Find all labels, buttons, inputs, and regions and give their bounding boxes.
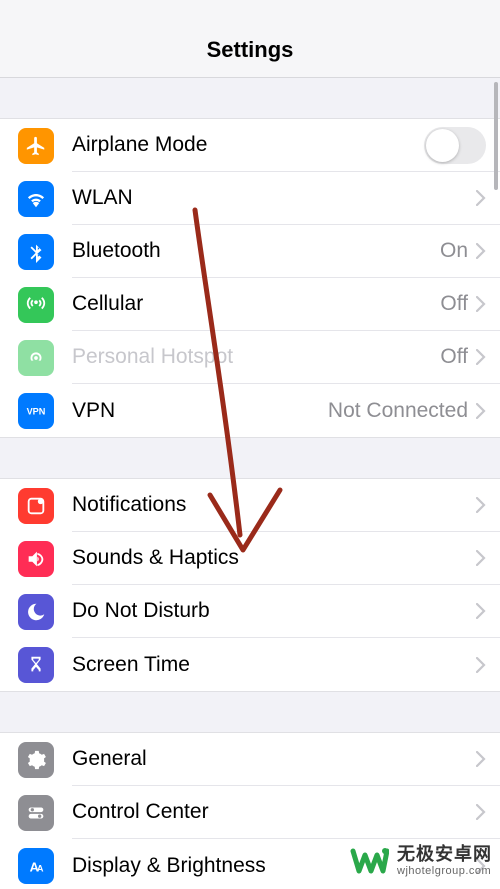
display-brightness-row[interactable]: AA Display & Brightness — [0, 839, 500, 889]
svg-text:VPN: VPN — [27, 406, 46, 416]
dnd-row[interactable]: Do Not Disturb — [0, 585, 500, 638]
bluetooth-label: Bluetooth — [72, 239, 440, 263]
vpn-value: Not Connected — [328, 399, 468, 423]
bluetooth-row[interactable]: Bluetooth On — [0, 225, 500, 278]
page-title: Settings — [207, 37, 294, 63]
airplane-icon — [18, 128, 54, 164]
svg-text:A: A — [37, 863, 44, 873]
vpn-row[interactable]: VPN VPN Not Connected — [0, 384, 500, 437]
chevron-right-icon — [476, 497, 486, 513]
text-size-icon: AA — [18, 848, 54, 884]
chevron-right-icon — [476, 657, 486, 673]
hotspot-value: Off — [440, 345, 468, 369]
airplane-mode-toggle[interactable] — [424, 127, 486, 164]
switches-icon — [18, 795, 54, 831]
airplane-mode-label: Airplane Mode — [72, 133, 424, 157]
chevron-right-icon — [476, 349, 486, 365]
wifi-icon — [18, 181, 54, 217]
chevron-right-icon — [476, 550, 486, 566]
bluetooth-value: On — [440, 239, 468, 263]
settings-group-general: General Control Center AA Display & Brig… — [0, 732, 500, 889]
wlan-label: WLAN — [72, 186, 476, 210]
hourglass-icon — [18, 647, 54, 683]
bluetooth-icon — [18, 234, 54, 270]
cellular-label: Cellular — [72, 292, 440, 316]
header: Settings — [0, 0, 500, 78]
control-center-label: Control Center — [72, 800, 476, 824]
cellular-value: Off — [440, 292, 468, 316]
chevron-right-icon — [476, 603, 486, 619]
moon-icon — [18, 594, 54, 630]
vpn-label: VPN — [72, 399, 328, 423]
sounds-icon — [18, 541, 54, 577]
hotspot-icon — [18, 340, 54, 376]
airplane-mode-row[interactable]: Airplane Mode — [0, 119, 500, 172]
gear-icon — [18, 742, 54, 778]
display-brightness-label: Display & Brightness — [72, 854, 476, 878]
chevron-right-icon — [476, 190, 486, 206]
general-label: General — [72, 747, 476, 771]
dnd-label: Do Not Disturb — [72, 599, 476, 623]
wlan-row[interactable]: WLAN — [0, 172, 500, 225]
control-center-row[interactable]: Control Center — [0, 786, 500, 839]
hotspot-row[interactable]: Personal Hotspot Off — [0, 331, 500, 384]
cellular-row[interactable]: Cellular Off — [0, 278, 500, 331]
notifications-row[interactable]: Notifications — [0, 479, 500, 532]
chevron-right-icon — [476, 296, 486, 312]
notifications-icon — [18, 488, 54, 524]
chevron-right-icon — [476, 858, 486, 874]
general-row[interactable]: General — [0, 733, 500, 786]
settings-group-notifications: Notifications Sounds & Haptics Do Not Di… — [0, 478, 500, 692]
hotspot-label: Personal Hotspot — [72, 345, 440, 369]
vpn-icon: VPN — [18, 393, 54, 429]
antenna-icon — [18, 287, 54, 323]
sounds-label: Sounds & Haptics — [72, 546, 476, 570]
chevron-right-icon — [476, 804, 486, 820]
notifications-label: Notifications — [72, 493, 476, 517]
scrollbar[interactable] — [494, 82, 498, 190]
screentime-row[interactable]: Screen Time — [0, 638, 500, 691]
chevron-right-icon — [476, 403, 486, 419]
chevron-right-icon — [476, 751, 486, 767]
screentime-label: Screen Time — [72, 653, 476, 677]
chevron-right-icon — [476, 243, 486, 259]
sounds-row[interactable]: Sounds & Haptics — [0, 532, 500, 585]
settings-group-connectivity: Airplane Mode WLAN Bluetooth On Cellular… — [0, 118, 500, 438]
